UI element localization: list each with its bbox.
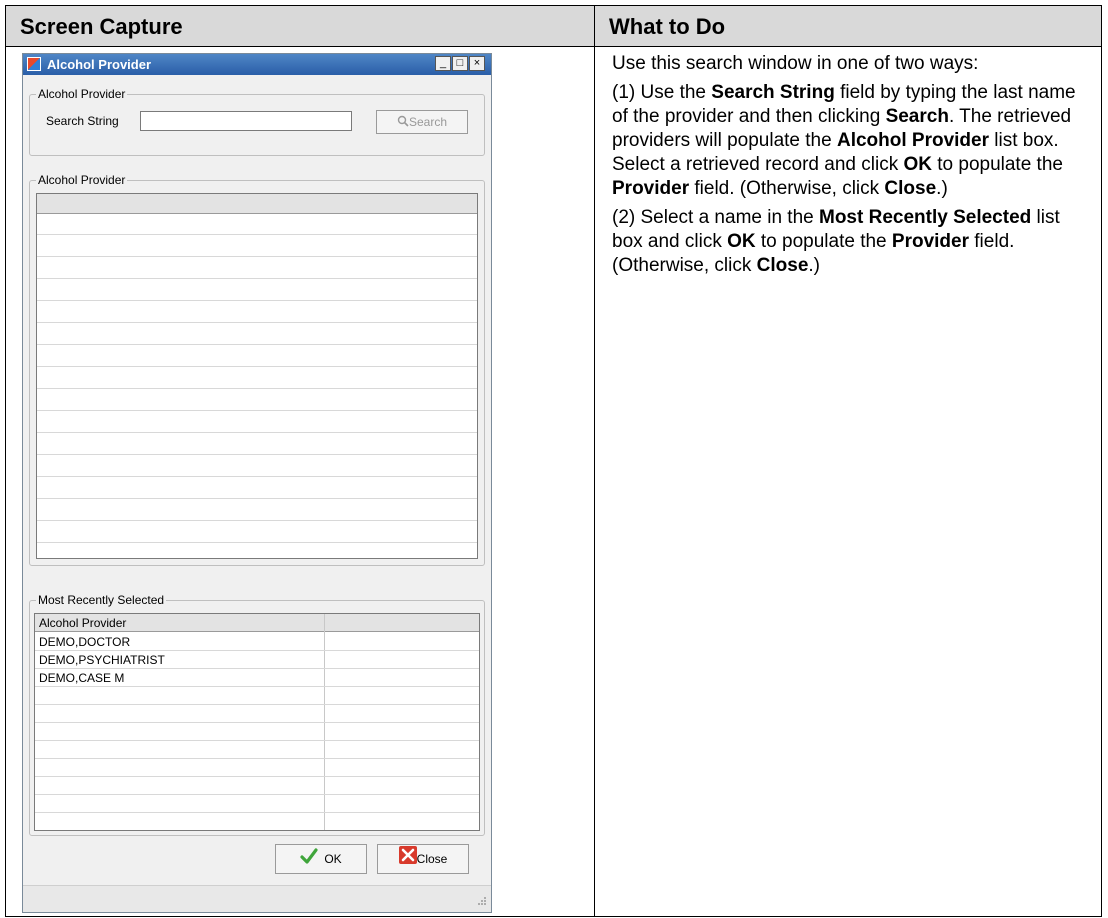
magnifier-icon [397,112,409,134]
grid-line [37,410,477,411]
recent-group-label: Most Recently Selected [36,593,167,607]
alcohol-provider-window: Alcohol Provider _ □ × Alcohol Provider … [22,53,492,913]
screen-capture-header: Screen Capture [20,14,183,39]
search-groupbox: Alcohol Provider Search String Search [29,87,485,156]
recent-list-header: Alcohol Provider [35,614,479,632]
maximize-button[interactable]: □ [452,56,468,71]
results-group-label: Alcohol Provider [36,173,128,187]
grid-line [37,300,477,301]
grid-line [35,812,479,813]
grid-line [35,650,479,651]
recent-groupbox: Most Recently Selected Alcohol Provider … [29,593,485,836]
grid-line [37,476,477,477]
ok-button[interactable]: OK [275,844,367,874]
grid-line [37,498,477,499]
grid-line [37,344,477,345]
close-window-button[interactable]: × [469,56,485,71]
recent-column-header: Alcohol Provider [39,616,127,630]
grid-line [37,366,477,367]
recent-row-1[interactable]: DEMO,DOCTOR [39,633,130,651]
close-button-label: Close [416,852,448,866]
recent-row-2[interactable]: DEMO,PSYCHIATRIST [39,651,165,669]
results-groupbox: Alcohol Provider [29,173,485,566]
grid-line [37,542,477,543]
search-button[interactable]: Search [376,110,468,134]
grid-line [35,758,479,759]
what-to-do-header: What to Do [609,14,726,39]
results-list-header [37,194,477,214]
grid-line [35,686,479,687]
grid-line [35,740,479,741]
close-button[interactable]: Close [377,844,469,874]
grid-line [37,256,477,257]
grid-line [35,776,479,777]
minimize-button[interactable]: _ [435,56,451,71]
red-x-icon [398,845,417,874]
table-header-row: Screen Capture What to Do [6,6,1101,47]
search-button-label: Search [408,115,448,129]
column-divider [594,6,595,916]
resize-grip-icon [477,895,487,909]
instruction-option-1: (1) Use the Search String field by typin… [612,82,1076,199]
grid-line [37,278,477,279]
grid-line [35,722,479,723]
grid-line [37,234,477,235]
results-list[interactable] [36,193,478,559]
app-icon [27,57,41,71]
search-string-label: Search String [46,114,119,128]
ok-button-label: OK [324,852,342,866]
checkmark-icon [300,846,318,874]
grid-line [37,454,477,455]
window-title: Alcohol Provider [47,57,152,72]
search-group-label: Alcohol Provider [36,87,128,101]
recent-row-3[interactable]: DEMO,CASE M [39,669,124,687]
search-string-input[interactable] [140,111,352,131]
recent-list[interactable]: Alcohol Provider DEMO,DOCTOR DEMO,PSYCHI… [34,613,480,831]
status-strip [23,885,491,912]
grid-line [37,388,477,389]
grid-line [37,432,477,433]
grid-line [37,322,477,323]
window-titlebar: Alcohol Provider _ □ × [23,54,491,75]
grid-line [37,520,477,521]
instructions-text: Use this search window in one of two way… [612,52,1092,283]
grid-line [35,704,479,705]
instruction-intro: Use this search window in one of two way… [612,53,979,74]
instruction-option-2: (2) Select a name in the Most Recently S… [612,207,1060,276]
grid-line [35,794,479,795]
grid-line [35,668,479,669]
